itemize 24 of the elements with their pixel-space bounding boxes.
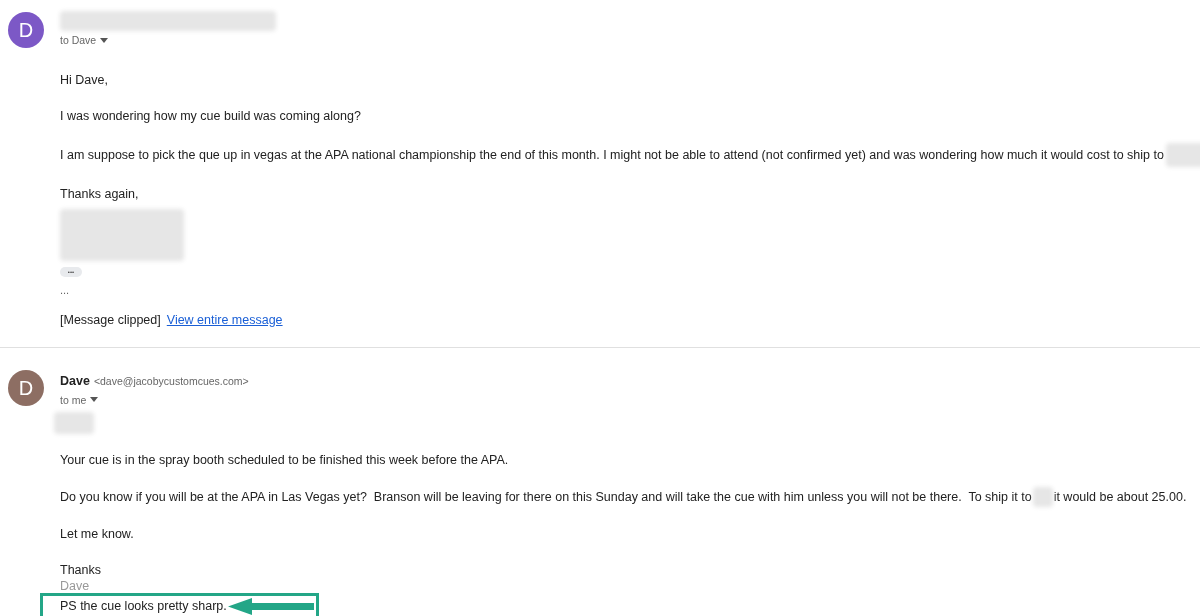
clipped-notice: [Message clipped] xyxy=(60,312,161,329)
redacted-text xyxy=(1032,486,1053,507)
avatar: D xyxy=(8,370,44,406)
redacted-text xyxy=(54,411,94,434)
avatar: D xyxy=(8,12,44,48)
message-text: Your cue is in the spray booth scheduled to be finished this week before the APA. xyxy=(60,451,510,469)
sender-email: <dave@jacobycustomcues.com> xyxy=(93,374,249,389)
sender-name: Dave xyxy=(60,373,90,390)
quoted-text: ... xyxy=(60,283,71,297)
message-text: it would be about 25.00. xyxy=(1053,488,1187,506)
message-text: PS the cue looks pretty sharp. xyxy=(60,598,227,616)
view-entire-message-link[interactable]: View entire message xyxy=(166,311,283,329)
caret-icon xyxy=(90,397,99,403)
message-text: I am suppose to pick the que up in vegas at the APA national championship the end of this month. I might not be able to attend (not confirmed yet) and was wondering how much it would cost to ship to xyxy=(60,147,1164,164)
caret-icon xyxy=(100,37,109,43)
message-text: I was wondering how my cue build was coming along? xyxy=(60,108,362,125)
recipient-dropdown[interactable]: to me xyxy=(60,392,99,407)
message-text: Let me know. xyxy=(60,525,135,543)
message-text: Thanks xyxy=(60,561,102,579)
message-text: Thanks again, xyxy=(60,186,140,203)
message-text: Do you know if you will be at the APA in Las Vegas yet? Branson will be leaving for there on this Sunday and will take the cue with him unless you will not be there. To ship it to xyxy=(60,488,1032,506)
signature-text: Dave xyxy=(60,578,90,593)
message-text: Hi Dave, xyxy=(60,72,109,89)
recipient-dropdown[interactable]: to Dave xyxy=(60,33,109,47)
